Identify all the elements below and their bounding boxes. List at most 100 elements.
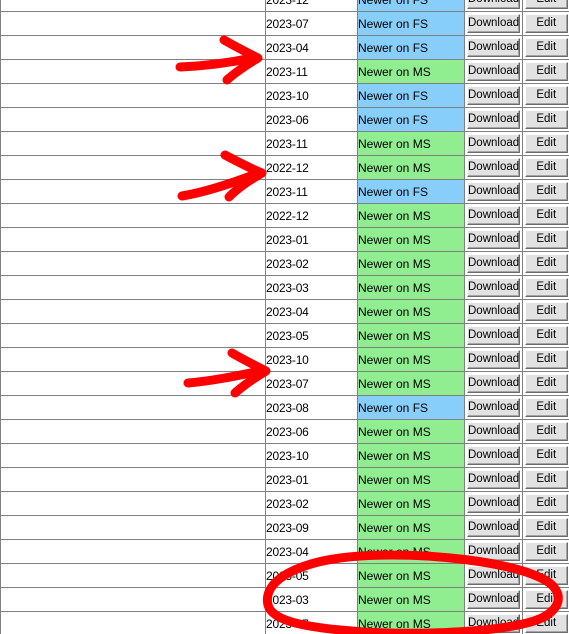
edit-button[interactable]: Edit — [525, 158, 568, 177]
download-button[interactable]: Download — [467, 374, 520, 393]
download-button[interactable]: Download — [467, 494, 520, 513]
edit-button[interactable]: Edit — [525, 566, 568, 585]
cell-sync-status: Newer on MS — [357, 371, 465, 396]
cell-edit: Edit — [522, 539, 569, 564]
download-button[interactable]: Download — [467, 158, 520, 177]
cell-edit: Edit — [522, 275, 569, 300]
cell-edit: Edit — [522, 371, 569, 396]
cell-file-name — [0, 467, 266, 492]
cell-date: 2023-04 — [265, 299, 358, 324]
edit-button[interactable]: Edit — [525, 278, 568, 297]
cell-download: Download — [464, 275, 523, 300]
cell-sync-status: Newer on MS — [357, 347, 465, 372]
edit-button[interactable]: Edit — [525, 422, 568, 441]
cell-download: Download — [464, 59, 523, 84]
edit-button[interactable]: Edit — [525, 38, 568, 57]
edit-button[interactable]: Edit — [525, 374, 568, 393]
cell-sync-status: Newer on FS — [357, 107, 465, 132]
download-button[interactable]: Download — [467, 350, 520, 369]
download-button[interactable]: Download — [467, 542, 520, 561]
edit-button[interactable]: Edit — [525, 254, 568, 273]
cell-sync-status: Newer on MS — [357, 251, 465, 276]
cell-date: 2023-11 — [265, 59, 358, 84]
table-row: 2023-10 Newer on MS Download Edit — [0, 347, 569, 372]
edit-button[interactable]: Edit — [525, 350, 568, 369]
edit-button[interactable]: Edit — [525, 110, 568, 129]
download-button[interactable]: Download — [467, 326, 520, 345]
table-row: 2023-04 Newer on MS Download Edit — [0, 539, 569, 564]
cell-date: 2023-10 — [265, 83, 358, 108]
download-button[interactable]: Download — [467, 0, 520, 9]
download-button[interactable]: Download — [467, 86, 520, 105]
cell-sync-status: Newer on MS — [357, 419, 465, 444]
table-row: 2022-12 Newer on MS Download Edit — [0, 155, 569, 180]
download-button[interactable]: Download — [467, 254, 520, 273]
download-button[interactable]: Download — [467, 134, 520, 153]
edit-button[interactable]: Edit — [525, 0, 568, 9]
download-button[interactable]: Download — [467, 614, 520, 633]
edit-button[interactable]: Edit — [525, 614, 568, 633]
cell-edit: Edit — [522, 419, 569, 444]
table-row: 2023-11 Newer on MS Download Edit — [0, 131, 569, 156]
cell-sync-status: Newer on MS — [357, 515, 465, 540]
cell-edit: Edit — [522, 563, 569, 588]
cell-file-name — [0, 515, 266, 540]
cell-date: 2023-12 — [265, 0, 358, 12]
table-row: 2023-10 Newer on FS Download Edit — [0, 83, 569, 108]
cell-date: 2023-08 — [265, 395, 358, 420]
download-button[interactable]: Download — [467, 62, 520, 81]
edit-button[interactable]: Edit — [525, 206, 568, 225]
cell-download: Download — [464, 251, 523, 276]
edit-button[interactable]: Edit — [525, 302, 568, 321]
cell-edit: Edit — [522, 515, 569, 540]
edit-button[interactable]: Edit — [525, 542, 568, 561]
download-button[interactable]: Download — [467, 566, 520, 585]
cell-edit: Edit — [522, 0, 569, 12]
download-button[interactable]: Download — [467, 278, 520, 297]
cell-date: 2023-02 — [265, 251, 358, 276]
cell-edit: Edit — [522, 467, 569, 492]
edit-button[interactable]: Edit — [525, 518, 568, 537]
edit-button[interactable]: Edit — [525, 446, 568, 465]
table-row: 2023-02 Newer on MS Download Edit — [0, 491, 569, 516]
edit-button[interactable]: Edit — [525, 86, 568, 105]
cell-download: Download — [464, 155, 523, 180]
download-button[interactable]: Download — [467, 182, 520, 201]
cell-edit: Edit — [522, 83, 569, 108]
download-button[interactable]: Download — [467, 230, 520, 249]
cell-sync-status: Newer on FS — [357, 35, 465, 60]
download-button[interactable]: Download — [467, 14, 520, 33]
download-button[interactable]: Download — [467, 38, 520, 57]
download-button[interactable]: Download — [467, 470, 520, 489]
edit-button[interactable]: Edit — [525, 230, 568, 249]
download-button[interactable]: Download — [467, 518, 520, 537]
cell-edit: Edit — [522, 611, 569, 634]
cell-file-name — [0, 395, 266, 420]
download-button[interactable]: Download — [467, 302, 520, 321]
edit-button[interactable]: Edit — [525, 398, 568, 417]
edit-button[interactable]: Edit — [525, 470, 568, 489]
cell-file-name — [0, 107, 266, 132]
download-button[interactable]: Download — [467, 206, 520, 225]
edit-button[interactable]: Edit — [525, 326, 568, 345]
download-button[interactable]: Download — [467, 446, 520, 465]
edit-button[interactable]: Edit — [525, 14, 568, 33]
download-button[interactable]: Download — [467, 110, 520, 129]
cell-sync-status: Newer on FS — [357, 395, 465, 420]
cell-date: 2023-07 — [265, 371, 358, 396]
edit-button[interactable]: Edit — [525, 182, 568, 201]
download-button[interactable]: Download — [467, 422, 520, 441]
edit-button[interactable]: Edit — [525, 62, 568, 81]
edit-button[interactable]: Edit — [525, 494, 568, 513]
cell-date: 2023-04 — [265, 35, 358, 60]
edit-button[interactable]: Edit — [525, 134, 568, 153]
cell-edit: Edit — [522, 323, 569, 348]
cell-download: Download — [464, 563, 523, 588]
edit-button[interactable]: Edit — [525, 590, 568, 609]
download-button[interactable]: Download — [467, 590, 520, 609]
cell-date: 2023-09 — [265, 515, 358, 540]
cell-date: 2023-02 — [265, 491, 358, 516]
table-row: 2023-10 Newer on MS Download Edit — [0, 443, 569, 468]
download-button[interactable]: Download — [467, 398, 520, 417]
cell-download: Download — [464, 35, 523, 60]
